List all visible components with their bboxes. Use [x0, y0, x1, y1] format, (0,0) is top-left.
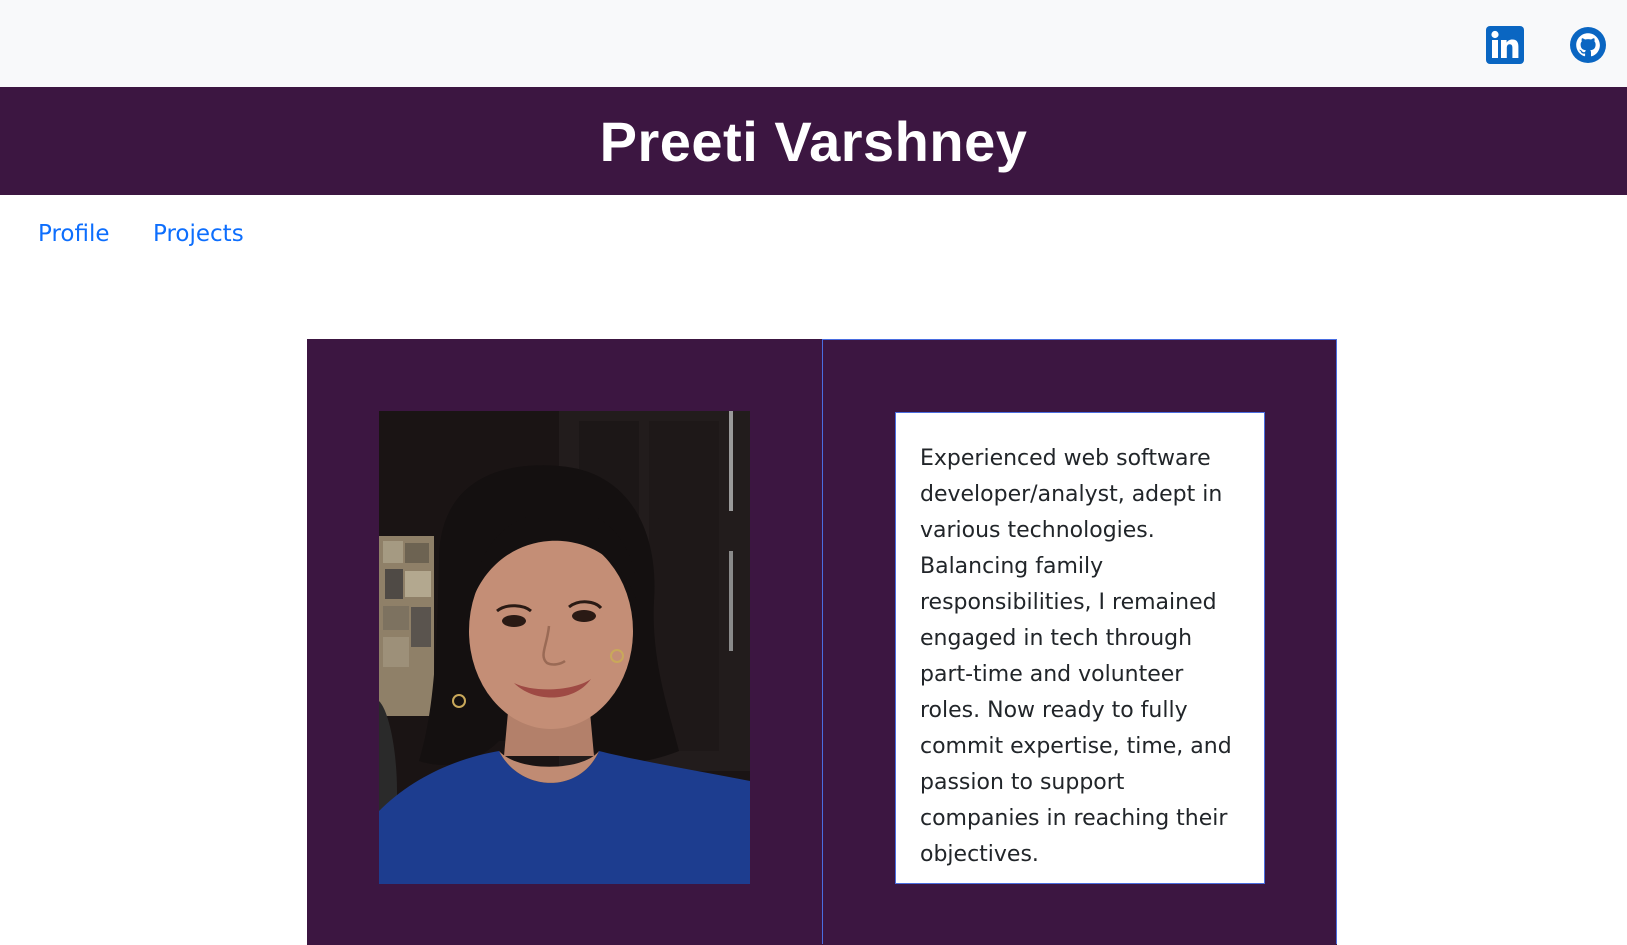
profile-photo-panel	[307, 339, 822, 945]
github-icon	[1570, 27, 1606, 63]
nav-item-profile[interactable]: Profile	[38, 221, 110, 247]
main-nav: Profile Projects	[0, 195, 1627, 285]
nav-item-projects[interactable]: Projects	[153, 221, 244, 247]
name-banner: Preeti Varshney	[0, 87, 1627, 195]
top-bar	[0, 0, 1627, 87]
bio-box: Experienced web software developer/analy…	[895, 412, 1265, 884]
bio-panel: Experienced web software developer/analy…	[822, 339, 1337, 944]
github-link[interactable]	[1569, 26, 1607, 64]
profile-photo	[379, 411, 750, 884]
profile-card: Experienced web software developer/analy…	[307, 339, 1337, 945]
profile-photo-image	[379, 411, 750, 884]
linkedin-icon	[1486, 26, 1524, 64]
page-title: Preeti Varshney	[599, 109, 1028, 173]
linkedin-link[interactable]	[1486, 26, 1524, 64]
bio-text: Experienced web software developer/analy…	[920, 446, 1232, 867]
